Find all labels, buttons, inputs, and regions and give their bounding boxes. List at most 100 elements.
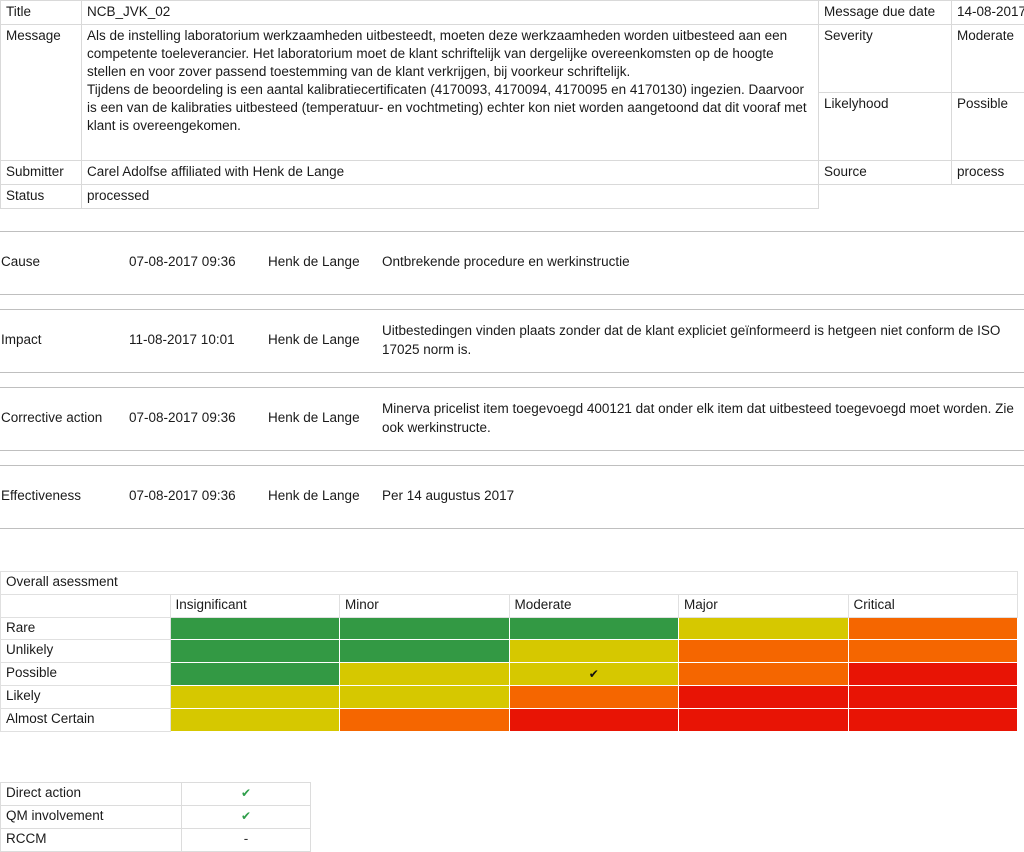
detail-text: Ontbrekende procedure en werkinstructie — [382, 231, 1024, 294]
matrix-cell[interactable] — [848, 663, 1018, 686]
detail-rows-body: Cause 07-08-2017 09:36 Henk de Lange Ont… — [0, 231, 1024, 528]
matrix-row: Possible ✔ — [1, 663, 1018, 686]
matrix-cell[interactable] — [679, 640, 849, 663]
matrix-selected-check-icon: ✔ — [589, 667, 599, 681]
matrix-cell[interactable] — [340, 686, 510, 709]
detail-spacer — [0, 294, 1024, 309]
matrix-row-label-likely: Likely — [1, 686, 171, 709]
submitter-row: Submitter Carel Adolfse affiliated with … — [1, 160, 1024, 184]
flags-table: Direct action ✔ QM involvement ✔ RCCM - — [0, 782, 311, 852]
title-row: Title NCB_JVK_02 Message due date 14-08-… — [1, 1, 1024, 25]
likelyhood-label: Likelyhood — [819, 92, 952, 160]
matrix-cell[interactable] — [509, 686, 679, 709]
risk-matrix-section: Overall asessment Insignificant Minor Mo… — [0, 571, 1018, 732]
matrix-cell[interactable] — [679, 686, 849, 709]
due-date-value: 14-08-2017 — [952, 1, 1024, 25]
matrix-row: Unlikely — [1, 640, 1018, 663]
matrix-cell[interactable] — [170, 686, 340, 709]
status-empty-cell-2 — [952, 184, 1024, 208]
detail-date: 07-08-2017 09:36 — [129, 465, 268, 528]
matrix-cell-selected[interactable]: ✔ — [509, 663, 679, 686]
matrix-cell[interactable] — [509, 617, 679, 640]
severity-label: Severity — [819, 24, 952, 92]
detail-label: Effectiveness — [0, 465, 129, 528]
submitter-label: Submitter — [1, 160, 82, 184]
flag-row: QM involvement ✔ — [1, 805, 311, 828]
dash-icon: - — [244, 831, 249, 846]
matrix-cell[interactable] — [170, 709, 340, 732]
status-empty-cell-1 — [819, 184, 952, 208]
matrix-row: Rare — [1, 617, 1018, 640]
status-label: Status — [1, 184, 82, 208]
detail-text: Uitbestedingen vinden plaats zonder dat … — [382, 309, 1024, 372]
matrix-cell[interactable] — [848, 709, 1018, 732]
matrix-row-label-almost-certain: Almost Certain — [1, 709, 171, 732]
matrix-cell[interactable] — [509, 709, 679, 732]
matrix-title-row: Overall asessment — [1, 571, 1018, 594]
detail-date: 07-08-2017 09:36 — [129, 387, 268, 450]
matrix-cell[interactable] — [509, 640, 679, 663]
detail-spacer — [0, 372, 1024, 387]
matrix-cell[interactable] — [679, 709, 849, 732]
severity-value: Moderate — [952, 24, 1024, 92]
matrix-cell[interactable] — [679, 663, 849, 686]
flag-value-qm-involvement[interactable]: ✔ — [182, 805, 311, 828]
matrix-cell[interactable] — [848, 640, 1018, 663]
matrix-cell[interactable] — [170, 640, 340, 663]
matrix-row-label-rare: Rare — [1, 617, 171, 640]
flags-section: Direct action ✔ QM involvement ✔ RCCM - — [0, 782, 290, 852]
detail-spacer — [0, 450, 1024, 465]
detail-row: Effectiveness 07-08-2017 09:36 Henk de L… — [0, 465, 1024, 528]
status-value: processed — [82, 184, 819, 208]
matrix-header-row: Insignificant Minor Moderate Major Criti… — [1, 594, 1018, 617]
detail-text: Minerva pricelist item toegevoegd 400121… — [382, 387, 1024, 450]
matrix-col-header-major: Major — [679, 594, 849, 617]
detail-label: Cause — [0, 231, 129, 294]
matrix-cell[interactable] — [170, 617, 340, 640]
matrix-cell[interactable] — [848, 617, 1018, 640]
matrix-col-header-minor: Minor — [340, 594, 510, 617]
detail-label: Impact — [0, 309, 129, 372]
message-header-table: Title NCB_JVK_02 Message due date 14-08-… — [0, 0, 1024, 209]
matrix-cell[interactable] — [340, 640, 510, 663]
detail-row: Corrective action 07-08-2017 09:36 Henk … — [0, 387, 1024, 450]
submitter-value: Carel Adolfse affiliated with Henk de La… — [82, 160, 819, 184]
matrix-cell[interactable] — [340, 617, 510, 640]
matrix-cell[interactable] — [170, 663, 340, 686]
detail-section: Cause 07-08-2017 09:36 Henk de Lange Ont… — [0, 231, 1024, 529]
matrix-cell[interactable] — [848, 686, 1018, 709]
detail-date: 07-08-2017 09:36 — [129, 231, 268, 294]
detail-date: 11-08-2017 10:01 — [129, 309, 268, 372]
matrix-col-header-insignificant: Insignificant — [170, 594, 340, 617]
detail-user: Henk de Lange — [268, 465, 382, 528]
detail-table: Cause 07-08-2017 09:36 Henk de Lange Ont… — [0, 231, 1024, 529]
detail-row: Cause 07-08-2017 09:36 Henk de Lange Ont… — [0, 231, 1024, 294]
flag-label-rccm: RCCM — [1, 828, 182, 851]
likelyhood-value: Possible — [952, 92, 1024, 160]
message-label: Message — [1, 24, 82, 160]
source-label: Source — [819, 160, 952, 184]
detail-user: Henk de Lange — [268, 231, 382, 294]
flag-value-rccm[interactable]: - — [182, 828, 311, 851]
matrix-cell[interactable] — [340, 663, 510, 686]
detail-user: Henk de Lange — [268, 309, 382, 372]
flag-row: Direct action ✔ — [1, 782, 311, 805]
matrix-row: Likely — [1, 686, 1018, 709]
risk-matrix-table: Overall asessment Insignificant Minor Mo… — [0, 571, 1018, 732]
flag-row: RCCM - — [1, 828, 311, 851]
matrix-cell[interactable] — [679, 617, 849, 640]
message-severity-row: Message Als de instelling laboratorium w… — [1, 24, 1024, 92]
matrix-col-header-moderate: Moderate — [509, 594, 679, 617]
matrix-row: Almost Certain — [1, 709, 1018, 732]
flag-value-direct-action[interactable]: ✔ — [182, 782, 311, 805]
matrix-cell[interactable] — [340, 709, 510, 732]
matrix-title: Overall asessment — [1, 571, 1018, 594]
source-value: process — [952, 160, 1024, 184]
matrix-row-label-unlikely: Unlikely — [1, 640, 171, 663]
check-icon: ✔ — [241, 786, 251, 800]
detail-row: Impact 11-08-2017 10:01 Henk de Lange Ui… — [0, 309, 1024, 372]
title-label: Title — [1, 1, 82, 25]
matrix-corner-cell — [1, 594, 171, 617]
message-value: Als de instelling laboratorium werkzaamh… — [82, 24, 819, 160]
detail-user: Henk de Lange — [268, 387, 382, 450]
